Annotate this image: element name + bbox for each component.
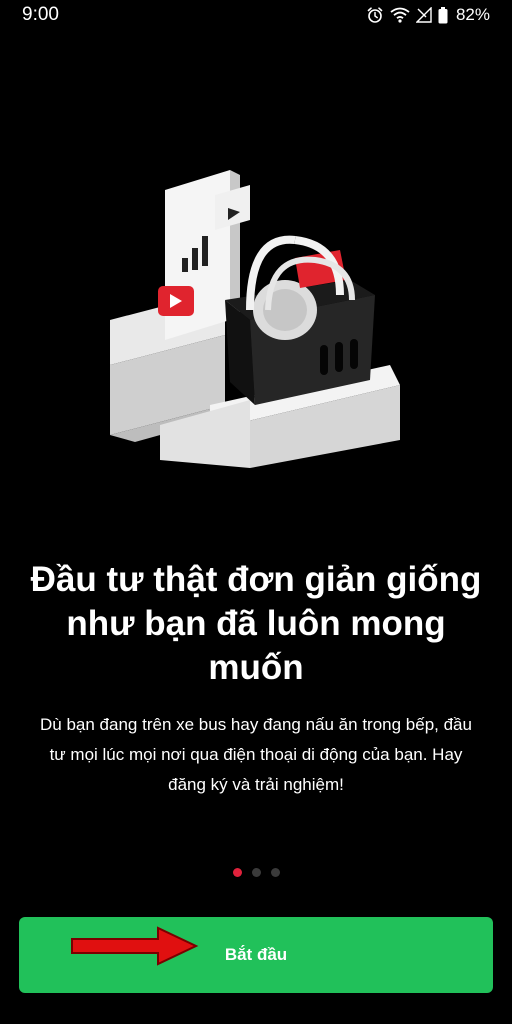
alarm-icon — [366, 6, 384, 24]
wifi-icon — [390, 7, 410, 23]
status-time: 9:00 — [22, 4, 59, 25]
battery-icon — [438, 6, 448, 24]
page-dot-active[interactable] — [232, 868, 242, 877]
start-button[interactable]: Bắt đầu — [19, 917, 493, 993]
page-dot[interactable] — [251, 868, 261, 877]
status-bar: 9:00 82% — [0, 0, 512, 30]
onboarding-title: Đầu tư thật đơn giản giống như bạn đã lu… — [30, 560, 482, 687]
hero-illustration — [90, 150, 420, 490]
onboarding-screen: 9:00 82% Đầu tư thật đơn giản giống như … — [0, 0, 512, 1024]
page-indicator — [0, 868, 512, 880]
battery-percentage: 82% — [455, 5, 490, 24]
page-dot[interactable] — [270, 868, 280, 877]
status-icons: 82% — [366, 4, 490, 26]
signal-icon — [415, 7, 432, 23]
onboarding-description: Dù bạn đang trên xe bus hay đang nấu ăn … — [40, 715, 472, 794]
